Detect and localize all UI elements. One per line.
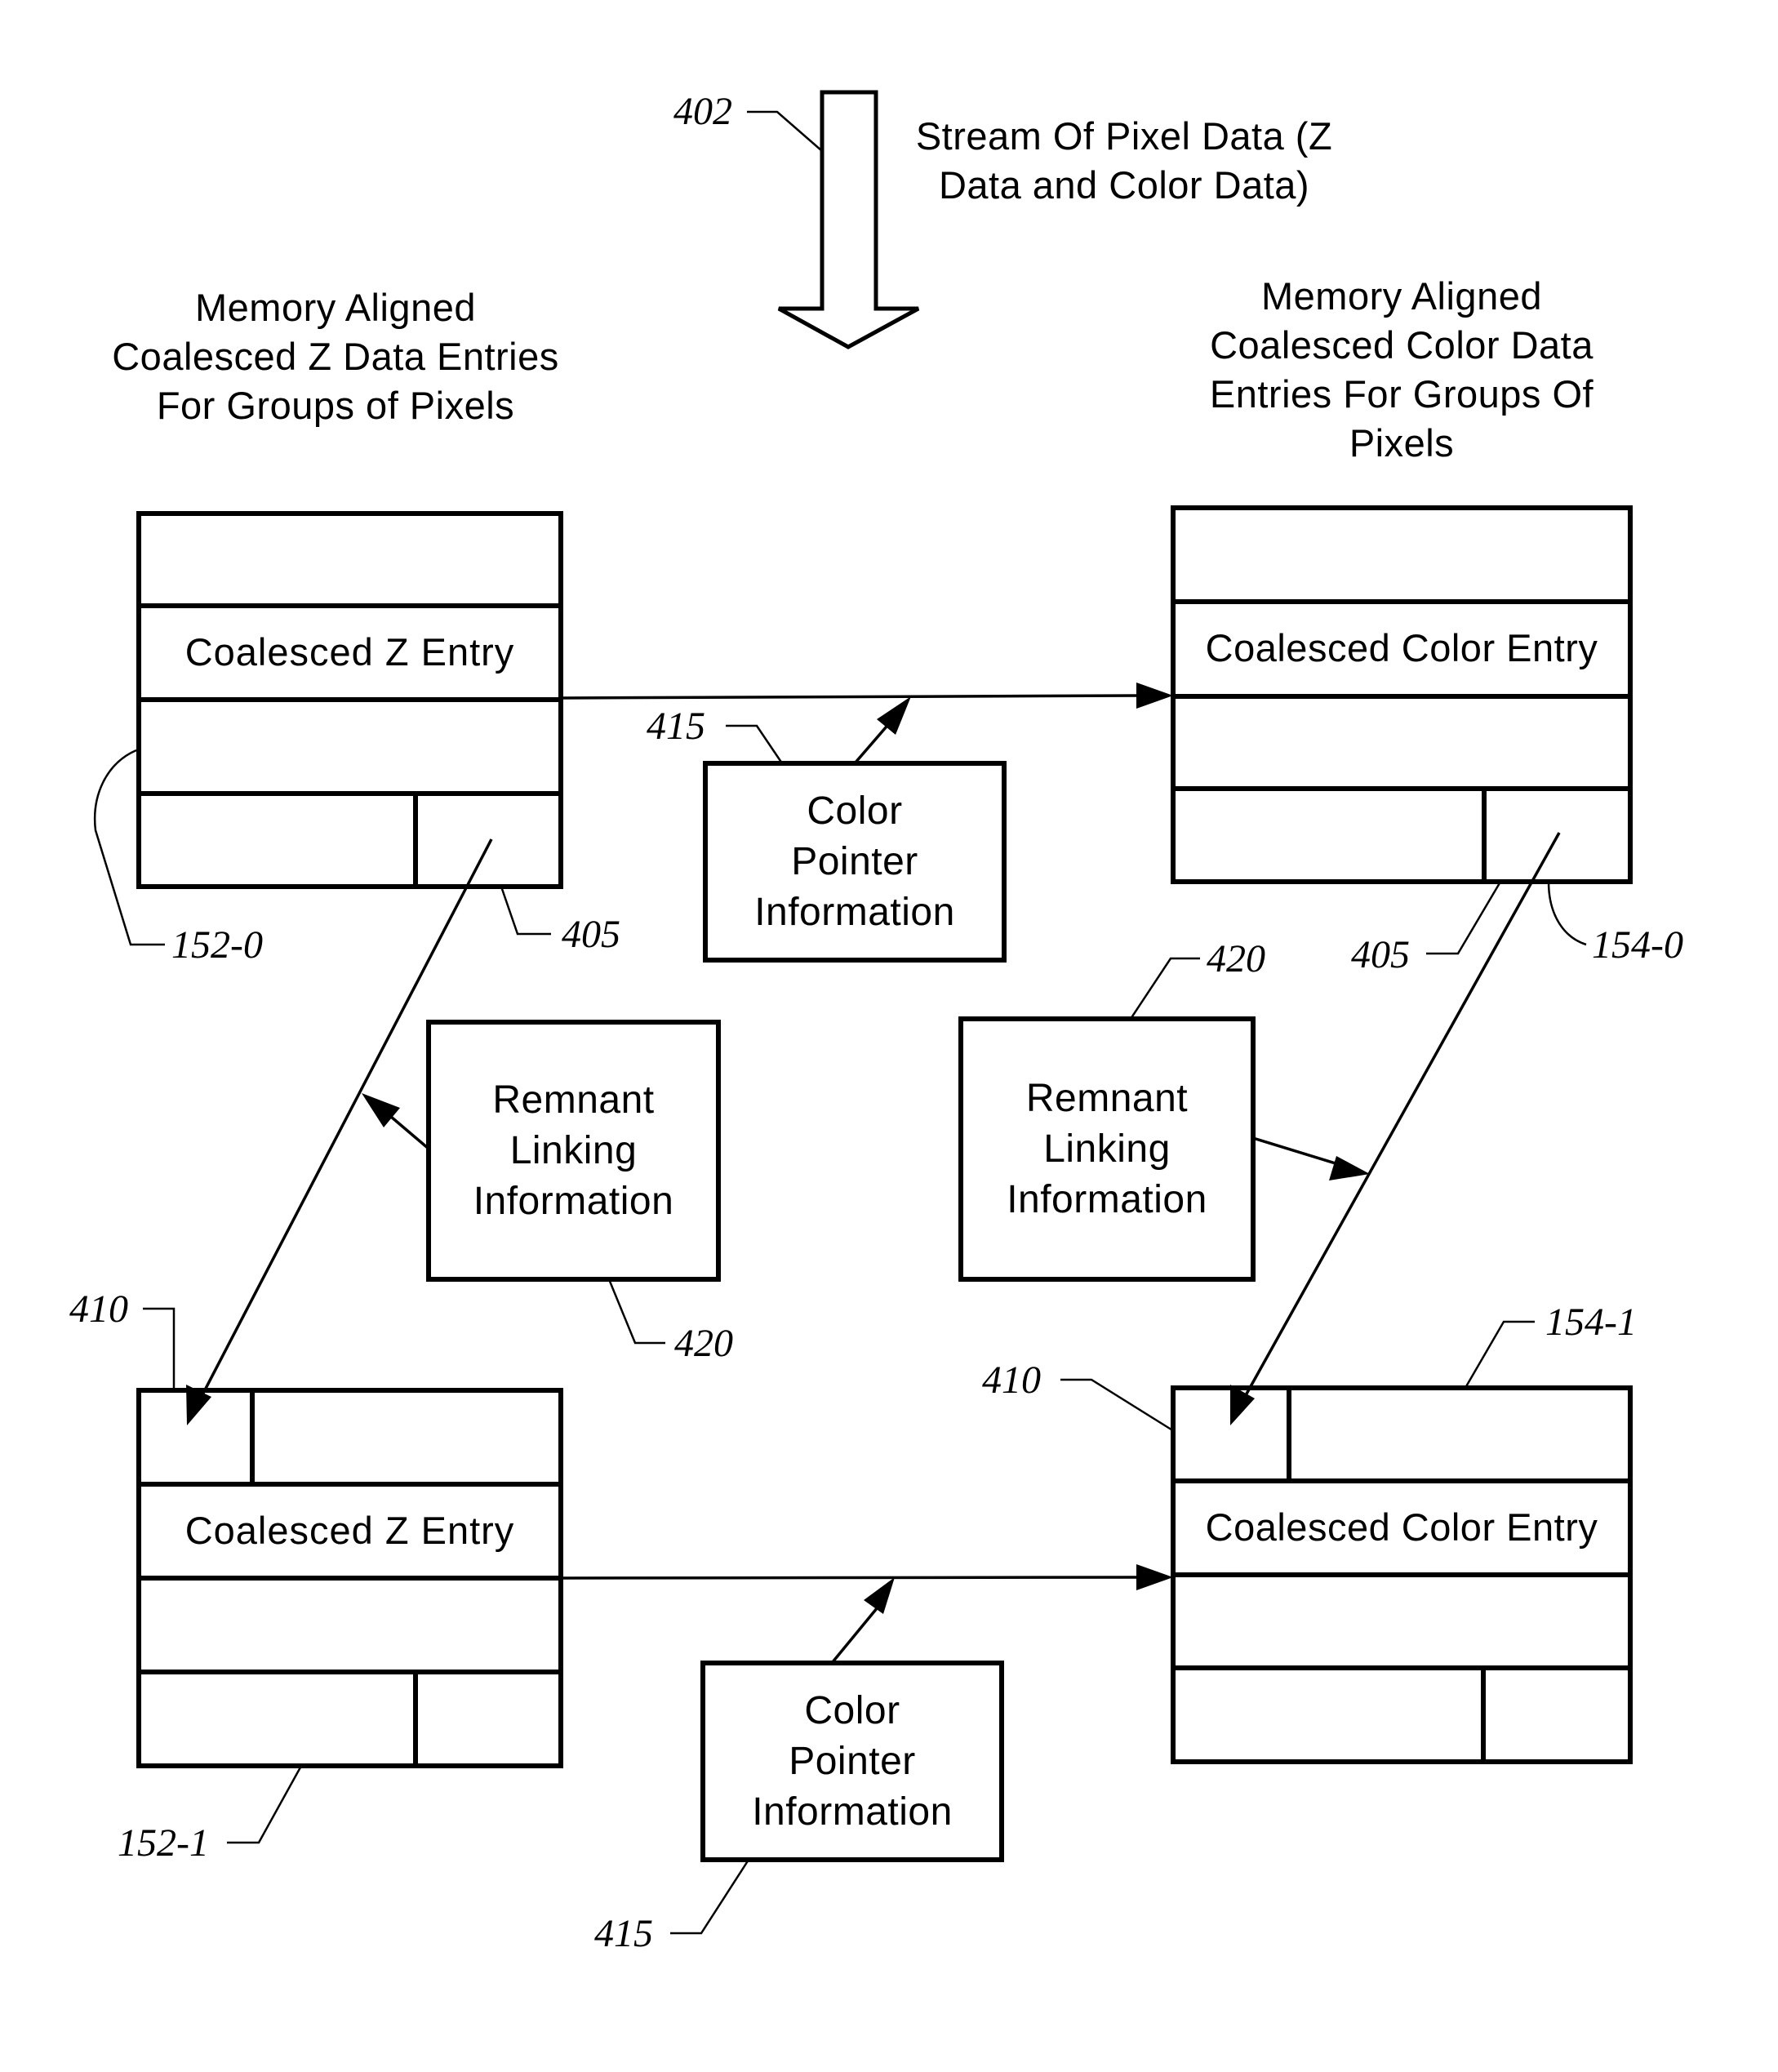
z-to-color-arrow-0 [560, 694, 1144, 700]
remnant-line: Remnant [1025, 1076, 1189, 1120]
leader-415-top [726, 724, 784, 764]
z-to-color-arrow-1 [560, 1576, 1144, 1580]
ref-410-left: 410 [69, 1287, 128, 1331]
ref-152-0: 152-0 [171, 923, 263, 967]
z-entry-label-1: Coalesced Z Entry [184, 1509, 515, 1552]
color-header-line: Memory Aligned [1261, 274, 1542, 318]
color-entry-block-1 [1171, 1385, 1633, 1764]
z-header-line: Coalesced Z Data Entries [112, 335, 559, 378]
ref-152-1: 152-1 [118, 1821, 209, 1865]
ref-420-left: 420 [674, 1322, 733, 1365]
z-to-color-arrowhead-1 [1136, 1564, 1173, 1590]
remnant-arrowhead-0 [362, 1093, 400, 1127]
color-header-line: Pixels [1349, 421, 1455, 465]
z-header-line: Memory Aligned [195, 286, 476, 329]
color-remnant-link-arrowhead [1230, 1385, 1255, 1425]
ref-410-right: 410 [982, 1358, 1041, 1402]
leader-410-left [143, 1307, 176, 1390]
color-entry-label-1: Coalesced Color Entry [1205, 1505, 1598, 1549]
ref-415-bottom: 415 [594, 1912, 653, 1955]
leader-420-left [607, 1278, 665, 1345]
ref-405-left: 405 [562, 913, 620, 956]
color-header-line: Coalesced Color Data [1210, 323, 1594, 367]
leader-415-bottom [670, 1859, 750, 1935]
leader-405-left [500, 886, 551, 936]
leader-420-right [1129, 957, 1200, 1020]
color-pointer-box-0: Color Pointer Information [705, 763, 1004, 960]
color-pointer-line: Information [754, 890, 955, 934]
color-pointer-line: Color [807, 789, 903, 833]
remnant-line: Linking [509, 1128, 638, 1172]
stream-label-line: Stream Of Pixel Data (Z [915, 114, 1333, 158]
leader-410-right [1060, 1378, 1175, 1433]
leader-152-0 [93, 749, 165, 946]
remnant-box-1: Remnant Linking Information [961, 1019, 1253, 1279]
stream-label-line: Data and Color Data) [938, 163, 1310, 207]
leader-152-1 [227, 1765, 303, 1844]
color-pointer-line: Pointer [791, 839, 918, 883]
leader-154-0 [1547, 881, 1587, 946]
ref-405-right: 405 [1351, 933, 1410, 976]
z-header-line: For Groups of Pixels [156, 384, 515, 427]
color-pointer-line: Color [804, 1688, 900, 1732]
z-column-header: Memory Aligned Coalesced Z Data Entries … [74, 283, 597, 430]
ref-420-right: 420 [1207, 937, 1265, 980]
color-header-line: Entries For Groups Of [1209, 372, 1594, 416]
z-entry-block-1 [136, 1388, 563, 1768]
leader-402 [747, 110, 823, 152]
remnant-line: Linking [1043, 1127, 1171, 1171]
color-entry-label-0: Coalesced Color Entry [1205, 626, 1598, 669]
stream-label: Stream Of Pixel Data (Z Data and Color D… [879, 112, 1369, 210]
color-pointer-line: Information [752, 1790, 953, 1834]
color-pointer-box-1: Color Pointer Information [703, 1663, 1002, 1860]
z-to-color-arrowhead-0 [1136, 683, 1173, 709]
z-entry-label-0: Coalesced Z Entry [184, 630, 515, 674]
remnant-line: Remnant [492, 1078, 655, 1122]
z-entry-block-0 [136, 511, 563, 889]
color-remnant-link-line [1240, 832, 1561, 1403]
remnant-arrowhead-1 [1329, 1156, 1370, 1181]
ref-402: 402 [673, 90, 732, 133]
color-column-header: Memory Aligned Coalesced Color Data Entr… [1140, 272, 1663, 468]
leader-405-right [1426, 881, 1502, 955]
leader-154-1 [1464, 1320, 1535, 1389]
remnant-line: Information [1007, 1177, 1207, 1221]
remnant-box-0: Remnant Linking Information [429, 1022, 718, 1279]
ref-154-1: 154-1 [1545, 1301, 1637, 1344]
diagram-canvas: Stream Of Pixel Data (Z Data and Color D… [0, 0, 1778, 2072]
color-pointer-line: Pointer [789, 1739, 916, 1783]
remnant-line: Information [473, 1179, 674, 1223]
ref-415-top: 415 [647, 705, 705, 748]
color-pointer-arrowhead-0 [877, 696, 911, 735]
color-entry-block-0 [1171, 505, 1633, 884]
ref-154-0: 154-0 [1592, 923, 1683, 967]
color-pointer-arrowhead-1 [864, 1577, 895, 1614]
